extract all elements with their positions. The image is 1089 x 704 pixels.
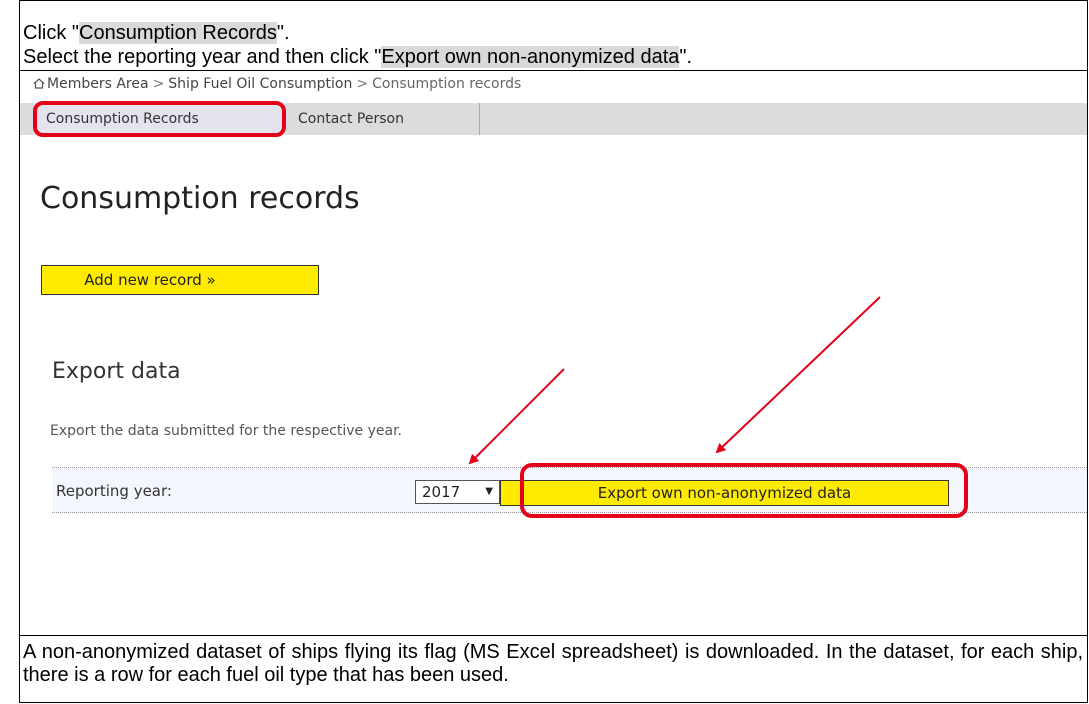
instruction-text: ".: [679, 46, 693, 68]
instruction-text: Select the reporting year and then click…: [23, 46, 382, 68]
instruction-highlight: Export own non-anonymized data: [381, 46, 680, 68]
instruction-text: Click ": [23, 22, 79, 44]
arrow-to-year-select: [468, 368, 565, 465]
instruction-text: ".: [276, 22, 290, 44]
app-screenshot: Members Area > Ship Fuel Oil Consumption > C…: [20, 71, 1087, 635]
divider: [19, 635, 1088, 636]
instruction-line-1: Click "Consumption Records".: [23, 21, 290, 45]
instruction-highlight: Consumption Records: [79, 22, 277, 44]
instruction-line-2: Select the reporting year and then click…: [23, 45, 692, 69]
arrow-to-export-button: [715, 296, 881, 454]
footnote-text: A non-anonymized dataset of ships flying…: [23, 641, 1083, 686]
annotation-arrows: [468, 296, 881, 465]
